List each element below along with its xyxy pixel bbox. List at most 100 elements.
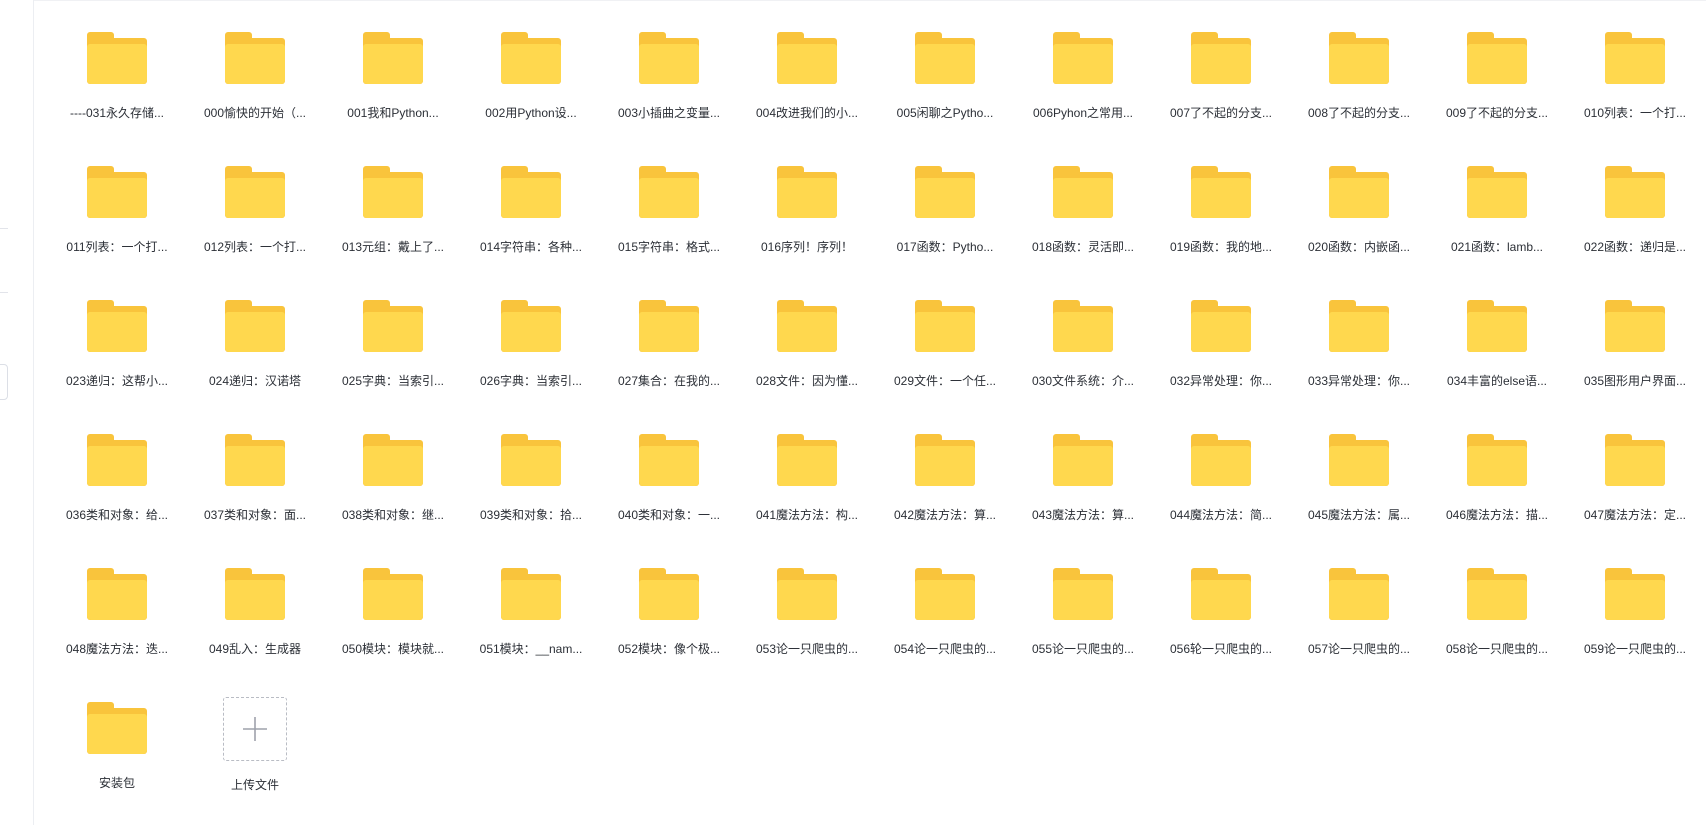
folder-item[interactable]: 023递归：这帮小... (48, 290, 186, 424)
folder-item[interactable]: 020函数：内嵌函... (1290, 156, 1428, 290)
folder-item[interactable]: 006Pyhon之常用... (1014, 22, 1152, 156)
folder-item[interactable]: 009了不起的分支... (1428, 22, 1566, 156)
folder-item[interactable]: 026字典：当索引... (462, 290, 600, 424)
folder-icon (1191, 32, 1251, 84)
folder-name: 002用Python设... (485, 106, 577, 120)
folder-item[interactable]: 018函数：灵活即... (1014, 156, 1152, 290)
folder-name: 019函数：我的地... (1169, 240, 1273, 254)
folder-icon (915, 434, 975, 486)
folder-item[interactable]: 005闲聊之Pytho... (876, 22, 1014, 156)
folder-item[interactable]: 001我和Python... (324, 22, 462, 156)
folder-icon (501, 166, 561, 218)
folder-item[interactable]: 033异常处理：你... (1290, 290, 1428, 424)
folder-name: 052模块：像个极... (617, 642, 721, 656)
folder-name: 020函数：内嵌函... (1307, 240, 1411, 254)
folder-item[interactable]: ----031永久存储... (48, 22, 186, 156)
folder-item[interactable]: 053论一只爬虫的... (738, 558, 876, 692)
folder-item[interactable]: 045魔法方法：属... (1290, 424, 1428, 558)
folder-name: 050模块：模块就... (341, 642, 445, 656)
folder-icon (501, 568, 561, 620)
folder-icon (1053, 434, 1113, 486)
folder-item[interactable]: 004改进我们的小... (738, 22, 876, 156)
folder-item[interactable]: 039类和对象：拾... (462, 424, 600, 558)
folder-item[interactable]: 036类和对象：给... (48, 424, 186, 558)
folder-item[interactable]: 029文件：一个任... (876, 290, 1014, 424)
folder-item[interactable]: 054论一只爬虫的... (876, 558, 1014, 692)
folder-item[interactable]: 057论一只爬虫的... (1290, 558, 1428, 692)
folder-item[interactable]: 059论一只爬虫的... (1566, 558, 1704, 692)
folder-item[interactable]: 035图形用户界面... (1566, 290, 1704, 424)
upload-dropzone[interactable] (223, 697, 287, 761)
folder-item[interactable]: 041魔法方法：构... (738, 424, 876, 558)
folder-item[interactable]: 034丰富的else语... (1428, 290, 1566, 424)
folder-icon (87, 702, 147, 754)
folder-name: 051模块：__nam... (479, 642, 583, 656)
folder-item[interactable]: 047魔法方法：定... (1566, 424, 1704, 558)
folder-name: 036类和对象：给... (65, 508, 169, 522)
folder-item[interactable]: 012列表：一个打... (186, 156, 324, 290)
folder-item[interactable]: 013元组：戴上了... (324, 156, 462, 290)
folder-name: 012列表：一个打... (203, 240, 307, 254)
file-grid: ----031永久存储... 000愉快的开始（... 001我和Python.… (48, 22, 1704, 826)
folder-item[interactable]: 027集合：在我的... (600, 290, 738, 424)
folder-item[interactable]: 032异常处理：你... (1152, 290, 1290, 424)
folder-item[interactable]: 046魔法方法：描... (1428, 424, 1566, 558)
folder-icon (87, 300, 147, 352)
upload-file-label: 上传文件 (230, 778, 279, 792)
folder-name: 053论一只爬虫的... (755, 642, 859, 656)
folder-name: 043魔法方法：算... (1031, 508, 1135, 522)
folder-item[interactable]: 017函数：Pytho... (876, 156, 1014, 290)
folder-name: 035图形用户界面... (1583, 374, 1687, 388)
folder-icon (501, 32, 561, 84)
folder-item[interactable]: 049乱入：生成器 (186, 558, 324, 692)
folder-item[interactable]: 051模块：__nam... (462, 558, 600, 692)
folder-item[interactable]: 043魔法方法：算... (1014, 424, 1152, 558)
folder-item[interactable]: 042魔法方法：算... (876, 424, 1014, 558)
folder-item[interactable]: 000愉快的开始（... (186, 22, 324, 156)
folder-icon (639, 568, 699, 620)
folder-name: 013元组：戴上了... (341, 240, 445, 254)
folder-name: 047魔法方法：定... (1583, 508, 1687, 522)
folder-item[interactable]: 044魔法方法：简... (1152, 424, 1290, 558)
folder-icon (777, 300, 837, 352)
folder-item[interactable]: 014字符串：各种... (462, 156, 600, 290)
folder-item[interactable]: 058论一只爬虫的... (1428, 558, 1566, 692)
folder-item[interactable]: 021函数：lamb... (1428, 156, 1566, 290)
folder-name: 001我和Python... (347, 106, 439, 120)
folder-item[interactable]: 056轮一只爬虫的... (1152, 558, 1290, 692)
upload-file-button[interactable]: 上传文件 (186, 692, 324, 826)
folder-item[interactable]: 010列表：一个打... (1566, 22, 1704, 156)
folder-item[interactable]: 025字典：当索引... (324, 290, 462, 424)
folder-item[interactable]: 007了不起的分支... (1152, 22, 1290, 156)
folder-item[interactable]: 002用Python设... (462, 22, 600, 156)
folder-icon (225, 300, 285, 352)
folder-name: 024递归：汉诺塔 (208, 374, 302, 388)
folder-item[interactable]: 安装包 (48, 692, 186, 826)
folder-icon (225, 568, 285, 620)
folder-item[interactable]: 052模块：像个极... (600, 558, 738, 692)
folder-item[interactable]: 040类和对象：一... (600, 424, 738, 558)
folder-item[interactable]: 024递归：汉诺塔 (186, 290, 324, 424)
folder-item[interactable]: 015字符串：格式... (600, 156, 738, 290)
folder-item[interactable]: 022函数：递归是... (1566, 156, 1704, 290)
folder-item[interactable]: 038类和对象：继... (324, 424, 462, 558)
folder-name: 058论一只爬虫的... (1445, 642, 1549, 656)
folder-item[interactable]: 055论一只爬虫的... (1014, 558, 1152, 692)
folder-icon (501, 300, 561, 352)
folder-item[interactable]: 016序列！序列！ (738, 156, 876, 290)
folder-icon (1329, 434, 1389, 486)
folder-icon (915, 32, 975, 84)
folder-name: 003小插曲之变量... (617, 106, 721, 120)
folder-item[interactable]: 030文件系统：介... (1014, 290, 1152, 424)
folder-item[interactable]: 003小插曲之变量... (600, 22, 738, 156)
folder-item[interactable]: 019函数：我的地... (1152, 156, 1290, 290)
folder-item[interactable]: 050模块：模块就... (324, 558, 462, 692)
folder-item[interactable]: 008了不起的分支... (1290, 22, 1428, 156)
folder-item[interactable]: 011列表：一个打... (48, 156, 186, 290)
folder-item[interactable]: 028文件：因为懂... (738, 290, 876, 424)
sidebar-collapse-handle[interactable] (0, 364, 8, 400)
folder-icon (1191, 568, 1251, 620)
folder-item[interactable]: 048魔法方法：迭... (48, 558, 186, 692)
folder-item[interactable]: 037类和对象：面... (186, 424, 324, 558)
folder-icon (87, 568, 147, 620)
